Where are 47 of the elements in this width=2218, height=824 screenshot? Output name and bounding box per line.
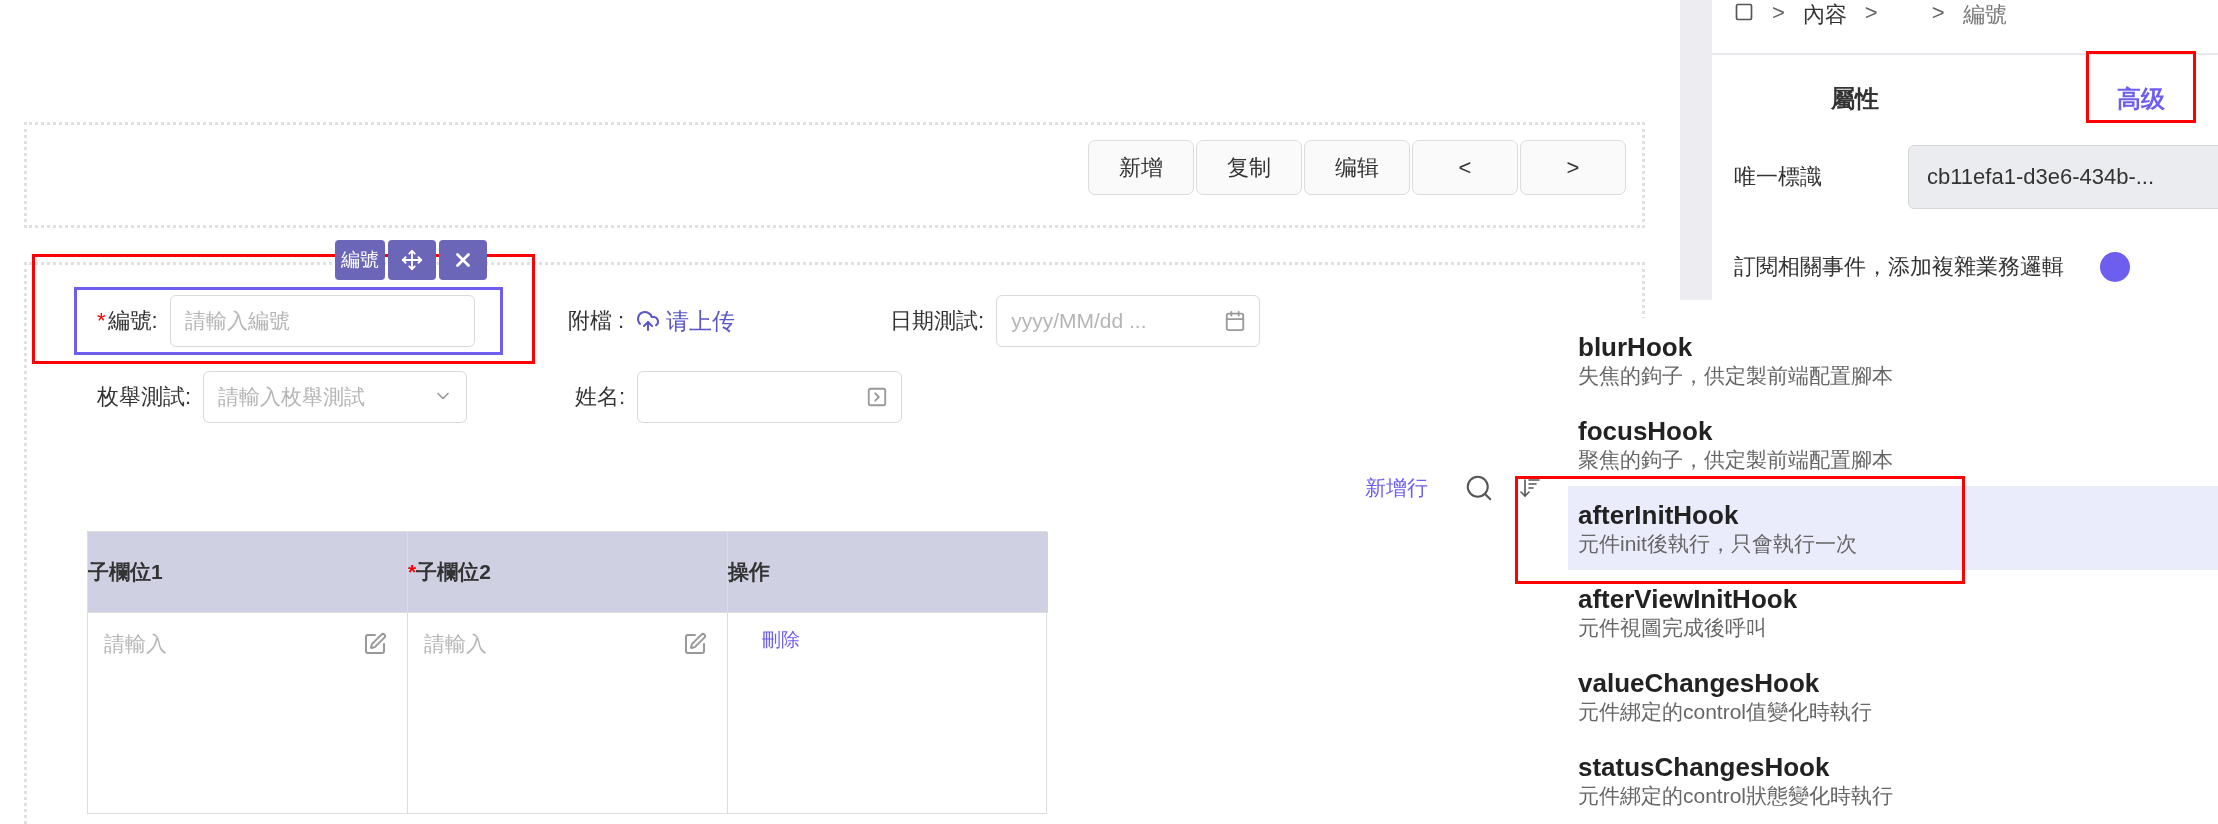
column-header: 操作 [728,559,770,585]
breadcrumb-separator: > [1864,0,1878,26]
add-row-link[interactable]: 新增行 [1365,474,1428,502]
breadcrumb-separator: > [1772,0,1785,26]
field-label: 姓名: [575,383,626,411]
hook-name: afterViewInitHook [1578,583,1799,615]
hook-name: focusHook [1578,415,1714,447]
toolbar-button[interactable]: 复制 [1196,140,1302,195]
upload-link[interactable]: 请上传 [636,305,736,337]
hook-name: blurHook [1578,331,1694,363]
toolbar-button[interactable]: > [1520,140,1626,195]
field-label: 唯一標識 [1734,163,1823,191]
id-field[interactable]: cb11efa1-d3e6-434b-... [1908,145,2218,209]
hook-name: statusChangesHook [1578,751,1831,783]
hook-description: 元件綁定的control狀態變化時執行 [1578,783,1895,809]
hook-name: afterInitHook [1578,499,1740,531]
cell-input[interactable]: 請輸入 [424,627,707,661]
hook-description: 元件綁定的control值變化時執行 [1578,699,1874,725]
toolbar-button[interactable]: < [1412,140,1518,195]
breadcrumb-item[interactable]: 內容 [1802,0,1847,30]
toolbar-button[interactable]: 新增 [1088,140,1194,195]
date-field[interactable]: yyyy/MM/dd ... [996,295,1261,347]
column-header: 子欄位1 [88,559,163,585]
hook-description: 元件init後執行，只會執行一次 [1578,531,1858,557]
field-label: 編號: [107,307,158,335]
hook-name: valueChangesHook [1578,667,1821,699]
field-label: 附檔 : [568,307,625,335]
field-label: 日期測試: [890,307,985,335]
text-field[interactable]: 請輸入編號 [169,295,475,347]
column-header: 子欄位2 [416,559,491,585]
tab[interactable]: 高级 [1998,55,2218,127]
hook-description: 元件視圖完成後呼叫 [1578,615,1768,641]
hook-description: 失焦的鉤子，供定製前端配置腳本 [1578,363,1894,389]
required-mark: * [97,308,106,334]
tab[interactable]: 屬性 [1712,55,1998,127]
field-label: 枚舉測試: [97,383,192,411]
field-label: 訂閱相關事件，添加複雜業務邏輯 [1734,253,2064,281]
delete-link[interactable]: 刪除 [762,629,800,650]
hook-option[interactable]: afterInitHook 元件init後執行，只會執行一次 [1568,486,2218,570]
hook-description: 聚焦的鉤子，供定製前端配置腳本 [1578,447,1894,473]
field-tag: 編號 [335,240,385,280]
cell-input[interactable]: 請輸入 [104,627,387,661]
breadcrumb-item[interactable]: 編號 [1962,0,2007,30]
select-field[interactable]: 請輸入枚舉測試 [203,371,468,423]
required-mark: * [408,560,417,584]
breadcrumb-separator: > [1931,0,1945,26]
toolbar-button[interactable]: 编辑 [1304,140,1410,195]
